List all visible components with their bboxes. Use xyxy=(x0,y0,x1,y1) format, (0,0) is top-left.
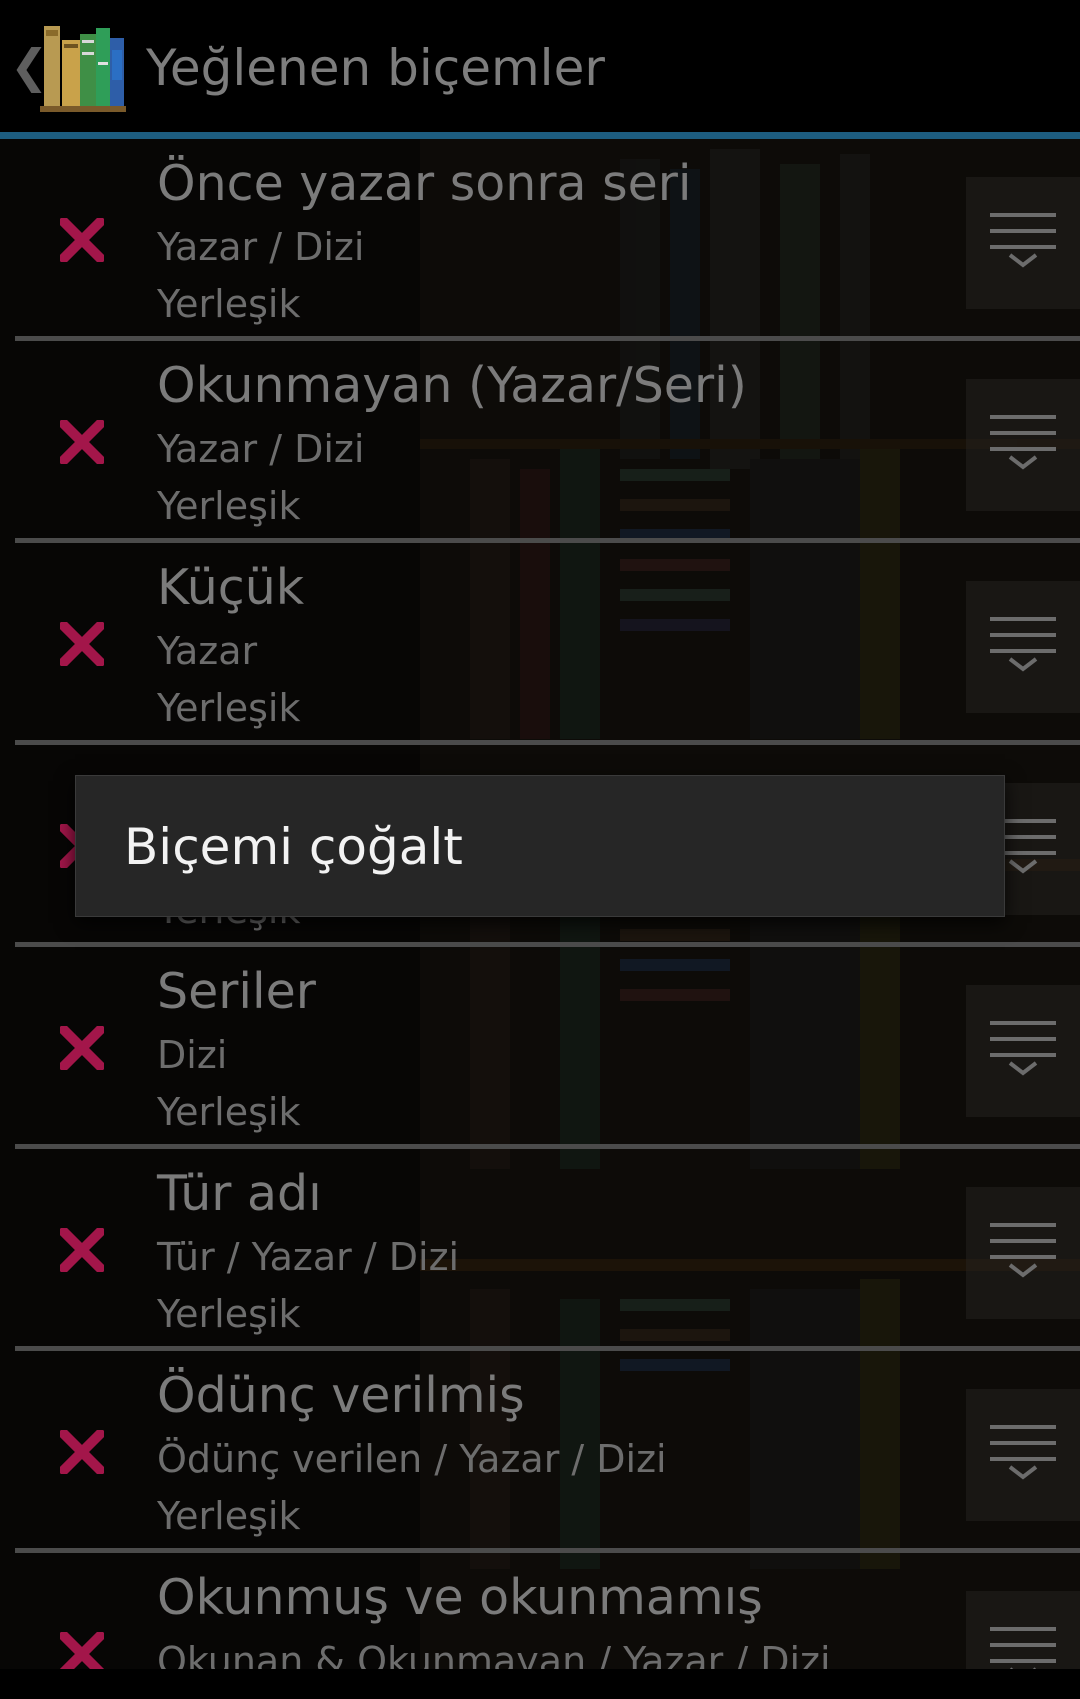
style-groups: Yazar xyxy=(157,629,258,673)
context-menu: Biçemi çoğalt xyxy=(75,775,1005,917)
style-groups: Tür / Yazar / Dizi xyxy=(157,1235,460,1279)
delete-icon[interactable] xyxy=(60,420,104,464)
style-groups: Yazar / Dizi xyxy=(157,225,365,269)
drag-handle-icon xyxy=(990,1627,1056,1669)
style-groups: Okunan & Okunmayan / Yazar / Dizi xyxy=(157,1639,831,1669)
style-name: Seriler xyxy=(157,963,316,1020)
style-kind: Yerleşik xyxy=(157,484,301,528)
delete-icon[interactable] xyxy=(60,1026,104,1070)
drag-handle[interactable] xyxy=(966,985,1080,1117)
drag-handle-icon xyxy=(990,1223,1056,1278)
drag-handle[interactable] xyxy=(966,1389,1080,1521)
drag-handle[interactable] xyxy=(966,581,1080,713)
list-item[interactable]: Okunmayan (Yazar/Seri) Yazar / Dizi Yerl… xyxy=(0,341,1080,543)
drag-handle[interactable] xyxy=(966,1187,1080,1319)
delete-icon[interactable] xyxy=(60,1632,104,1669)
delete-icon[interactable] xyxy=(60,218,104,262)
drag-handle-icon xyxy=(990,1425,1056,1480)
list-item[interactable]: Seriler Dizi Yerleşik xyxy=(0,947,1080,1149)
drag-handle[interactable] xyxy=(966,379,1080,511)
bottom-strip xyxy=(0,1669,1080,1699)
style-name: Okunmayan (Yazar/Seri) xyxy=(157,357,747,414)
style-kind: Yerleşik xyxy=(157,1494,301,1538)
delete-icon[interactable] xyxy=(60,1228,104,1272)
action-bar: ❮ Yeğlenen biçemler xyxy=(0,0,1080,139)
list-item[interactable]: Tür adı Tür / Yazar / Dizi Yerleşik xyxy=(0,1149,1080,1351)
style-groups: Ödünç verilen / Yazar / Dizi xyxy=(157,1437,667,1481)
actionbar-divider xyxy=(0,132,1080,139)
style-kind: Yerleşik xyxy=(157,1292,301,1336)
style-groups: Yazar / Dizi xyxy=(157,427,365,471)
style-name: Okunmuş ve okunmamış xyxy=(157,1569,763,1626)
style-name: Küçük xyxy=(157,559,305,616)
drag-handle-icon xyxy=(990,415,1056,470)
list-item[interactable]: Önce yazar sonra seri Yazar / Dizi Yerle… xyxy=(0,139,1080,341)
style-kind: Yerleşik xyxy=(157,282,301,326)
drag-handle[interactable] xyxy=(966,1591,1080,1669)
drag-handle-icon xyxy=(990,1021,1056,1076)
style-kind: Yerleşik xyxy=(157,686,301,730)
style-groups: Dizi xyxy=(157,1033,228,1077)
books-icon[interactable] xyxy=(40,22,126,112)
duplicate-style-menu-item[interactable]: Biçemi çoğalt xyxy=(76,776,1004,916)
list-item[interactable]: Ödünç verilmiş Ödünç verilen / Yazar / D… xyxy=(0,1351,1080,1553)
style-name: Ödünç verilmiş xyxy=(157,1367,525,1424)
page-title: Yeğlenen biçemler xyxy=(146,39,605,97)
style-name: Tür adı xyxy=(157,1165,322,1222)
style-kind: Yerleşik xyxy=(157,1090,301,1134)
menu-item-label: Biçemi çoğalt xyxy=(124,818,463,876)
drag-handle-icon xyxy=(990,213,1056,268)
list-item[interactable]: Küçük Yazar Yerleşik xyxy=(0,543,1080,745)
drag-handle[interactable] xyxy=(966,177,1080,309)
delete-icon[interactable] xyxy=(60,1430,104,1474)
style-name: Önce yazar sonra seri xyxy=(157,155,692,212)
delete-icon[interactable] xyxy=(60,622,104,666)
list-item[interactable]: Okunmuş ve okunmamış Okunan & Okunmayan … xyxy=(0,1553,1080,1669)
drag-handle-icon xyxy=(990,617,1056,672)
